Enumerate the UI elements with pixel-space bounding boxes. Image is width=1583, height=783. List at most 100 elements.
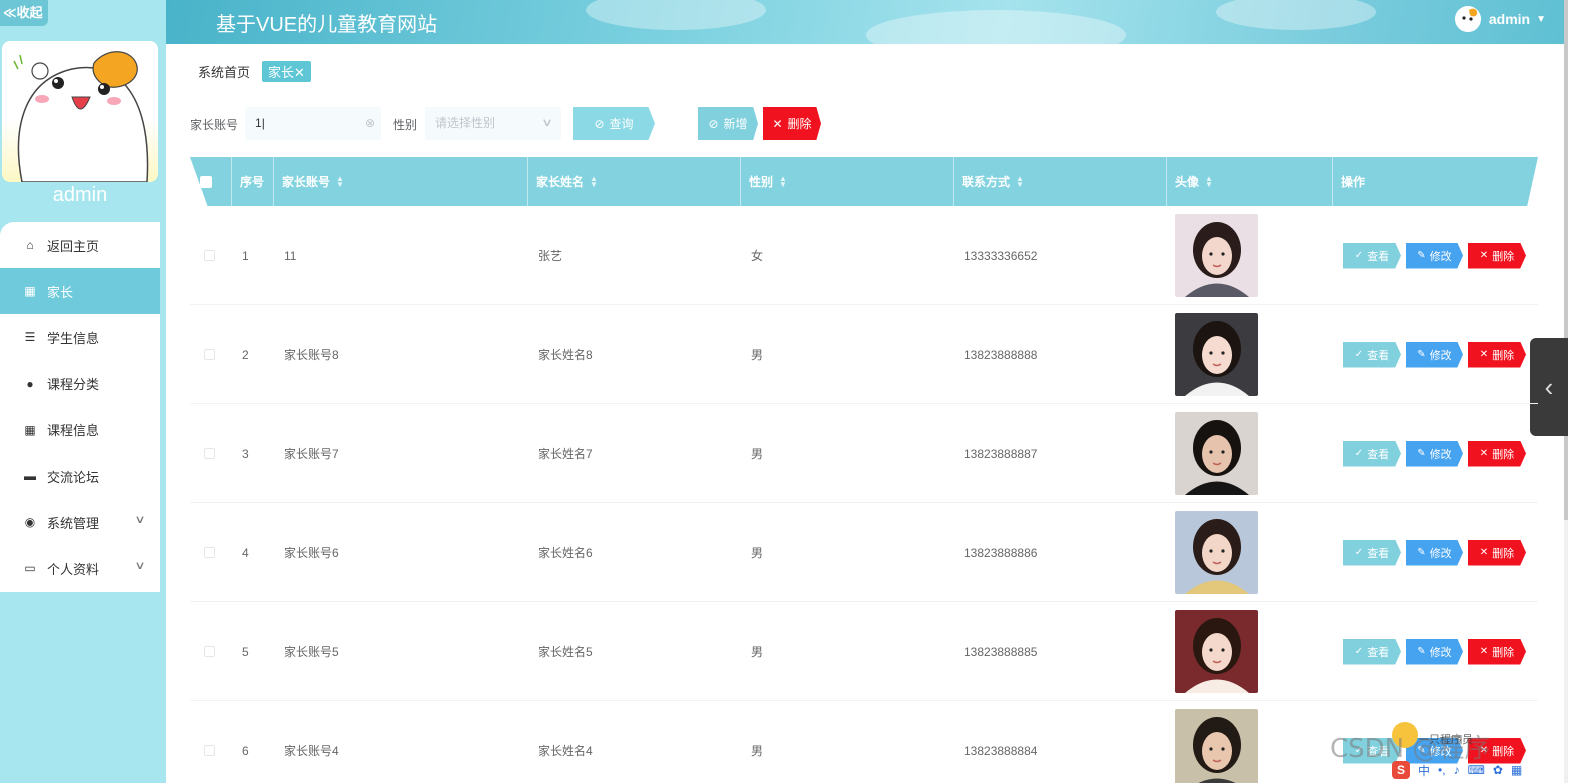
- clear-icon[interactable]: ⊗: [365, 107, 375, 140]
- sidebar-item-label: 个人资料: [47, 561, 100, 577]
- edit-button[interactable]: ✎ 修改: [1406, 539, 1463, 566]
- column-header-account[interactable]: 家长账号 ▲ ▼: [274, 157, 528, 206]
- check-icon: ✓: [1354, 250, 1364, 261]
- header-cloud-decoration: [866, 10, 1126, 44]
- column-header-avatar[interactable]: 头像 ▲ ▼: [1167, 157, 1333, 206]
- breadcrumb-home[interactable]: 系统首页: [198, 62, 250, 81]
- grid-icon[interactable]: ▦: [1511, 763, 1522, 777]
- cell-name: 家长姓名4: [538, 744, 593, 758]
- table-cell: 家长姓名4: [528, 701, 741, 783]
- watermark-subtext: 一只程序员: [1418, 734, 1473, 746]
- edit-button[interactable]: ✎ 修改: [1406, 638, 1463, 665]
- cell-index: 5: [242, 644, 249, 659]
- column-header-gender[interactable]: 性别 ▲ ▼: [741, 157, 954, 206]
- sort-icon[interactable]: ▲ ▼: [590, 174, 598, 188]
- delete-button[interactable]: ✕ 删除: [1468, 242, 1526, 269]
- delete-button[interactable]: ✕ 删除: [1468, 341, 1526, 368]
- account-search-input[interactable]: 1| ⊗: [245, 107, 381, 140]
- column-header-phone[interactable]: 联系方式 ▲ ▼: [954, 157, 1167, 206]
- search-button[interactable]: ⊘ 查询: [573, 107, 655, 140]
- scrollbar-thumb[interactable]: [1564, 0, 1568, 520]
- sidebar-item-0[interactable]: ⌂ 返回主页: [0, 222, 160, 268]
- select-all-checkbox[interactable]: [200, 175, 212, 188]
- avatar-photo[interactable]: [1175, 610, 1258, 693]
- sort-icon[interactable]: ▲ ▼: [1016, 174, 1024, 188]
- sidebar-item-7[interactable]: ▭ 个人资料 ∨: [0, 545, 160, 591]
- sidebar-item-4[interactable]: ▦ 课程信息: [0, 407, 160, 453]
- sidebar-item-5[interactable]: ▬ 交流论坛: [0, 453, 160, 499]
- header-username: admin: [1488, 11, 1531, 27]
- table-cell: 家长账号4: [274, 701, 528, 783]
- row-checkbox[interactable]: [204, 646, 215, 657]
- sidebar-item-6[interactable]: ◉ 系统管理 ∨: [0, 499, 160, 545]
- delete-button[interactable]: ✕ 删除: [1468, 539, 1526, 566]
- ime-mode-icon[interactable]: 中: [1418, 762, 1430, 779]
- table-cell: 家长姓名5: [528, 602, 741, 701]
- cell-index: 4: [242, 545, 249, 560]
- sidebar-menu: ⌂ 返回主页 ▦ 家长 ☰ 学生信息 ● 课程分类 ▦ 课程信息 ▬ 交流论坛 ◉ 系统管理 ∨ ▭ 个人资料 ∨: [0, 222, 160, 592]
- gender-select[interactable]: 请选择性别 ∨: [425, 107, 561, 140]
- batch-delete-button[interactable]: ✕ 删除: [763, 107, 821, 140]
- punctuation-icon[interactable]: •,: [1438, 763, 1446, 777]
- ime-toolbar: S 中 •, ♪ ⌨ ✿ ▦: [1392, 760, 1522, 780]
- avatar-photo[interactable]: [1175, 511, 1258, 594]
- view-button[interactable]: ✓ 查看: [1343, 440, 1401, 467]
- sidebar: ≪收起 admin ⌂ 返回主页 ▦ 家长 ☰ 学生信息 ● 课程分类 ▦ 课程信息 ▬ 交流论坛 ◉ 系…: [0, 0, 166, 783]
- table-cell: 家长账号7: [274, 404, 528, 503]
- row-checkbox[interactable]: [204, 745, 215, 756]
- avatar-photo[interactable]: [1175, 412, 1258, 495]
- table-cell: [190, 602, 232, 701]
- sidebar-item-2[interactable]: ☰ 学生信息: [0, 314, 160, 360]
- add-button[interactable]: ⊘ 新增: [698, 107, 758, 140]
- cell-account: 11: [284, 248, 297, 263]
- account-label: 家长账号: [190, 118, 239, 132]
- cell-phone: 13823888884: [964, 743, 1038, 758]
- cell-account: 家长账号8: [284, 348, 339, 362]
- row-checkbox[interactable]: [204, 250, 215, 261]
- column-header-name[interactable]: 家长姓名 ▲ ▼: [528, 157, 741, 206]
- sidebar-item-3[interactable]: ● 课程分类: [0, 361, 160, 407]
- delete-button-label: 删除: [1492, 349, 1515, 362]
- close-icon: ✕: [1479, 547, 1489, 558]
- row-checkbox[interactable]: [204, 547, 215, 558]
- avatar-photo[interactable]: [1175, 709, 1258, 783]
- breadcrumb-tag-current[interactable]: 家长✕: [262, 61, 311, 82]
- header-select-all[interactable]: [190, 157, 232, 206]
- skin-icon[interactable]: ✿: [1493, 763, 1503, 777]
- sort-icon[interactable]: ▲ ▼: [336, 174, 344, 188]
- table-cell: 6: [232, 701, 274, 783]
- edit-button[interactable]: ✎ 修改: [1406, 242, 1463, 269]
- close-icon: ✕: [1479, 646, 1489, 657]
- delete-button-label: 删除: [1492, 745, 1515, 758]
- avatar-photo[interactable]: [1175, 313, 1258, 396]
- check-icon: ✓: [1354, 448, 1364, 459]
- cell-phone: 13823888885: [964, 644, 1038, 659]
- view-button[interactable]: ✓ 查看: [1343, 539, 1401, 566]
- sort-icon[interactable]: ▲ ▼: [1205, 174, 1213, 188]
- avatar-photo[interactable]: [1175, 214, 1258, 297]
- microphone-icon[interactable]: ♪: [1454, 763, 1460, 777]
- edit-button[interactable]: ✎ 修改: [1406, 440, 1463, 467]
- sogou-icon[interactable]: S: [1392, 761, 1410, 779]
- table-row: 3 家长账号7 家长姓名7 男 13823888887 ✓ 查看 ✎ 修改 ✕ 删除: [190, 404, 1538, 503]
- row-checkbox[interactable]: [204, 349, 215, 360]
- keyboard-icon[interactable]: ⌨: [1468, 763, 1485, 777]
- cell-phone: 13333336652: [964, 248, 1038, 263]
- edit-button[interactable]: ✎ 修改: [1406, 341, 1463, 368]
- row-checkbox[interactable]: [204, 448, 215, 459]
- collapse-button[interactable]: ≪收起: [0, 0, 48, 26]
- view-button[interactable]: ✓ 查看: [1343, 638, 1401, 665]
- sidebar-item-label: 课程信息: [47, 423, 100, 439]
- table-cell: 家长姓名8: [528, 305, 741, 404]
- avatar: [2, 41, 158, 182]
- view-button[interactable]: ✓ 查看: [1343, 242, 1401, 269]
- close-icon: ✕: [1479, 250, 1489, 261]
- delete-button[interactable]: ✕ 删除: [1468, 638, 1526, 665]
- cell-gender: 男: [751, 744, 764, 758]
- view-button[interactable]: ✓ 查看: [1343, 341, 1401, 368]
- user-menu[interactable]: admin ▼: [1454, 6, 1546, 32]
- sort-icon[interactable]: ▲ ▼: [779, 174, 787, 188]
- table-cell: 家长账号5: [274, 602, 528, 701]
- delete-button[interactable]: ✕ 删除: [1468, 440, 1526, 467]
- sidebar-item-1[interactable]: ▦ 家长: [0, 268, 160, 315]
